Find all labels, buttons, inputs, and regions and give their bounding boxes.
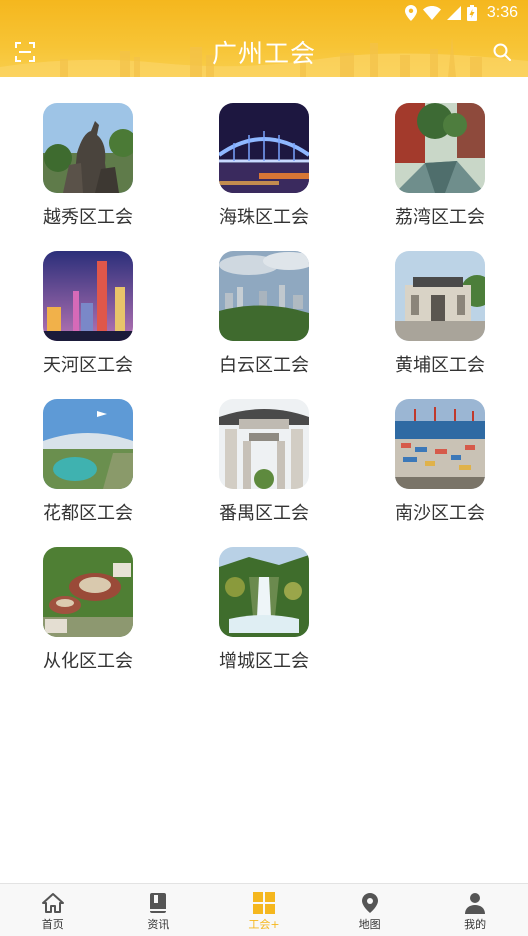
nav-label: 资讯: [147, 918, 170, 931]
nav-item-map[interactable]: 地图: [317, 884, 423, 936]
district-tianhe[interactable]: 天河区工会: [0, 225, 176, 376]
district-image-panyu-archway: [219, 399, 309, 489]
district-image-nansha-port: [395, 399, 485, 489]
nav-label: 工会+: [248, 918, 280, 931]
district-haizhu[interactable]: 海珠区工会: [176, 77, 352, 228]
district-image-five-goats: [43, 103, 133, 193]
bottom-nav: 首页 资讯 工会+ 地图 我的: [0, 883, 528, 936]
location-status-icon: [404, 5, 417, 21]
district-image-haizhu-bridge: [219, 103, 309, 193]
nav-item-home[interactable]: 首页: [0, 884, 106, 936]
district-label: 南沙区工会: [395, 503, 485, 524]
district-liwan[interactable]: 荔湾区工会: [352, 77, 528, 228]
nav-item-me[interactable]: 我的: [422, 884, 528, 936]
nav-label: 地图: [358, 918, 381, 931]
district-label: 增城区工会: [219, 651, 309, 672]
district-baiyun[interactable]: 白云区工会: [176, 225, 352, 376]
home-icon: [41, 893, 64, 913]
page-title: 广州工会: [211, 39, 316, 68]
app-screen: 3:36 广州工会 越秀区工会 海珠区工会 荔湾区工会 天河区工会 白云区工会 …: [0, 0, 528, 936]
district-huadu[interactable]: 花都区工会: [0, 373, 176, 524]
grid-icon: [252, 892, 275, 914]
district-panyu[interactable]: 番禺区工会: [176, 373, 352, 524]
nav-item-news[interactable]: 资讯: [106, 884, 212, 936]
district-image-zengcheng-waterfall: [219, 547, 309, 637]
status-bar: 3:36: [0, 0, 528, 28]
district-image-baiyun-city: [219, 251, 309, 341]
search-icon[interactable]: [492, 42, 512, 62]
district-nansha[interactable]: 南沙区工会: [352, 373, 528, 524]
district-yuexiu[interactable]: 越秀区工会: [0, 77, 176, 228]
district-image-tianhe-skyline: [43, 251, 133, 341]
district-label: 从化区工会: [43, 651, 133, 672]
nav-label: 我的: [464, 918, 487, 931]
district-image-conghua-tulou: [43, 547, 133, 637]
nav-item-union[interactable]: 工会+: [211, 884, 317, 936]
district-zengcheng[interactable]: 增城区工会: [176, 521, 352, 672]
signal-status-icon: [446, 6, 461, 20]
wifi-status-icon: [422, 6, 441, 20]
map-pin-icon: [361, 893, 378, 913]
district-image-huangpu-academy: [395, 251, 485, 341]
district-conghua[interactable]: 从化区工会: [0, 521, 176, 672]
district-image-huadu-airport: [43, 399, 133, 489]
user-icon: [465, 893, 486, 914]
nav-label: 首页: [41, 918, 64, 931]
district-huangpu[interactable]: 黄埔区工会: [352, 225, 528, 376]
battery-status-icon: [466, 5, 477, 21]
district-image-liwan-canal: [395, 103, 485, 193]
book-icon: [150, 893, 167, 913]
app-header: 3:36 广州工会: [0, 0, 528, 77]
status-time: 3:36: [486, 4, 518, 21]
